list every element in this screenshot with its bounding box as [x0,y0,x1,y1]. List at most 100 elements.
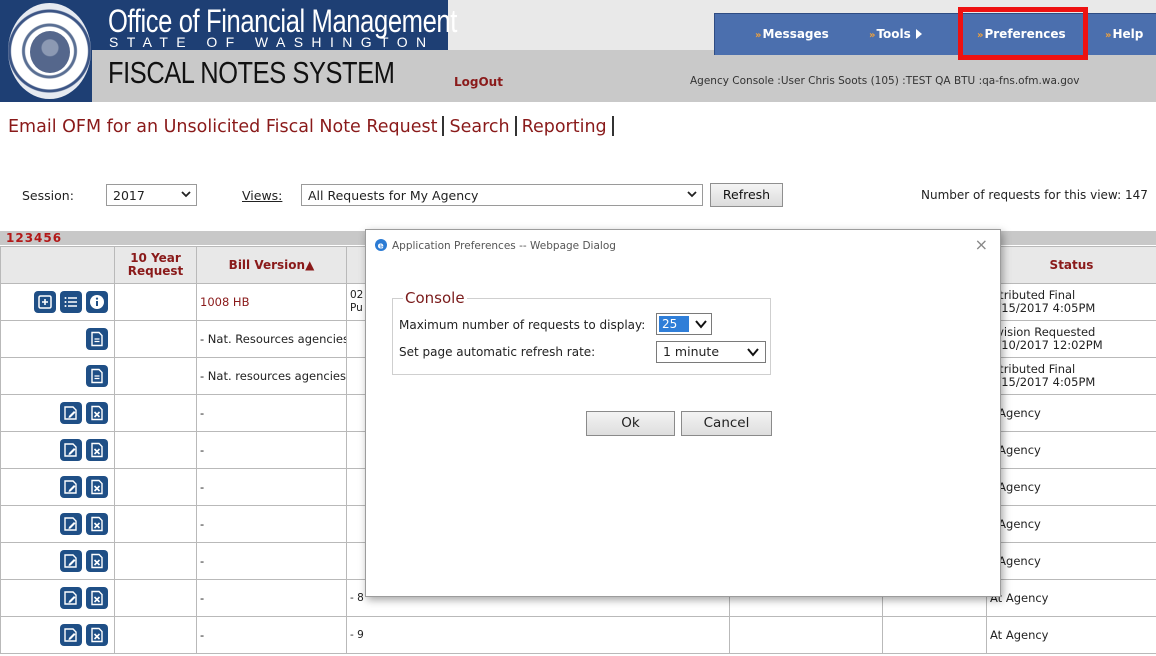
logout-link[interactable]: LogOut [454,75,503,89]
bill-version-text: - [200,406,205,420]
action-links: Email OFM for an Unsolicited Fiscal Note… [8,116,619,137]
nav-help[interactable]: » Help [1105,27,1143,41]
status-cell: t Agency [986,505,1156,543]
reporting-link[interactable]: Reporting [522,117,607,137]
bill-version-text: - [200,517,205,531]
edit-document-icon[interactable] [60,402,82,424]
status-header[interactable]: Status [986,246,1156,284]
delete-document-icon[interactable] [86,624,108,646]
row-cell: - 9 [346,616,730,654]
ten-year-cell [114,616,197,654]
chevron-down-icon [747,348,759,357]
refresh-rate-label: Set page automatic refresh rate: [399,345,596,359]
preferences-dialog: e Application Preferences -- Webpage Dia… [365,229,1001,597]
bill-version-text: - [200,480,205,494]
add-note-icon[interactable] [34,291,56,313]
delete-document-icon[interactable] [86,513,108,535]
close-icon[interactable]: × [975,235,988,254]
info-icon[interactable] [86,291,108,313]
delete-document-icon[interactable] [86,439,108,461]
max-requests-select[interactable]: 25 [656,313,712,335]
views-label: Views: [242,188,283,203]
cancel-button[interactable]: Cancel [681,411,772,436]
ten-year-cell [114,320,197,358]
document-icon[interactable] [86,365,108,387]
preferences-highlight-box [958,7,1088,60]
bill-version-cell: - [196,431,347,469]
link-separator [442,116,445,136]
refresh-rate-select[interactable]: 1 minute [656,341,766,363]
nav-help-label: Help [1112,27,1144,41]
ten-year-cell [114,394,197,432]
refresh-button[interactable]: Refresh [710,183,783,207]
status-text: At Agency [990,627,1049,642]
row-actions [0,283,115,321]
status-cell: t Agency [986,394,1156,432]
delete-document-icon[interactable] [86,587,108,609]
list-icon[interactable] [60,291,82,313]
refresh-rate-value: 1 minute [663,344,720,359]
agency-info: Agency Console :User Chris Soots (105) :… [690,75,1080,87]
row-actions [0,394,115,432]
row-actions [0,542,115,580]
nav-messages[interactable]: » Messages [755,27,829,41]
document-icon[interactable] [86,328,108,350]
page-numbers[interactable]: 123456 [6,231,62,245]
org-subtitle: STATE OF WASHINGTON [109,34,435,50]
session-select[interactable]: 2017 [106,184,197,206]
ten-year-cell [114,431,197,469]
delete-document-icon[interactable] [86,476,108,498]
delete-document-icon[interactable] [86,402,108,424]
status-cell: istributed Final 2/15/2017 4:05PM [986,283,1156,321]
status-cell: istributed Final 2/15/2017 4:05PM [986,357,1156,395]
edit-document-icon[interactable] [60,439,82,461]
ten-year-cell [114,542,197,580]
ten-year-cell [114,468,197,506]
nav-tools[interactable]: » Tools [869,27,922,41]
ok-button[interactable]: Ok [586,411,675,436]
bill-version-text: - [200,591,205,605]
console-legend: Console [403,289,467,307]
row-cell-text: - 9 [350,628,364,641]
link-separator [611,116,614,136]
bill-version-text[interactable]: 1008 HB [200,295,249,309]
status-cell: At Agency [986,616,1156,654]
chevron-down-icon [181,191,191,198]
search-link[interactable]: Search [449,117,509,137]
actions-header [0,246,115,284]
system-title: FISCAL NOTES SYSTEM [108,55,395,90]
email-ofm-link[interactable]: Email OFM for an Unsolicited Fiscal Note… [8,117,437,137]
edit-document-icon[interactable] [60,624,82,646]
max-requests-value: 25 [659,316,689,332]
edit-document-icon[interactable] [60,550,82,572]
status-cell: t Agency [986,431,1156,469]
bill-version-header[interactable]: Bill Version▲ [196,246,347,284]
console-fieldset [392,298,771,375]
views-select[interactable]: All Requests for My Agency [301,184,703,206]
status-text: istributed Final 2/15/2017 4:05PM [990,288,1096,315]
row-actions [0,431,115,469]
session-label: Session: [22,188,74,203]
double-chevron-icon: » [1105,30,1112,41]
edit-document-icon[interactable] [60,513,82,535]
row-actions [0,579,115,617]
row-actions [0,357,115,395]
edit-document-icon[interactable] [60,587,82,609]
ten-year-cell [114,283,197,321]
edit-document-icon[interactable] [60,476,82,498]
delete-document-icon[interactable] [86,550,108,572]
sort-ascending-icon: ▲ [305,258,315,272]
views-value: All Requests for My Agency [308,188,479,203]
status-text: istributed Final 2/15/2017 4:05PM [990,362,1096,389]
status-cell: t Agency [986,468,1156,506]
bill-version-text: - [200,628,205,642]
row-actions [0,320,115,358]
nav-tools-label: Tools [876,27,911,41]
bill-version-cell: - [196,468,347,506]
bill-version-text: - [200,443,205,457]
status-text: t Agency [990,405,1041,420]
double-chevron-icon: » [755,30,762,41]
row-actions [0,616,115,654]
ten-year-header[interactable]: 10 Year Request [114,246,197,284]
ten-year-cell [114,579,197,617]
